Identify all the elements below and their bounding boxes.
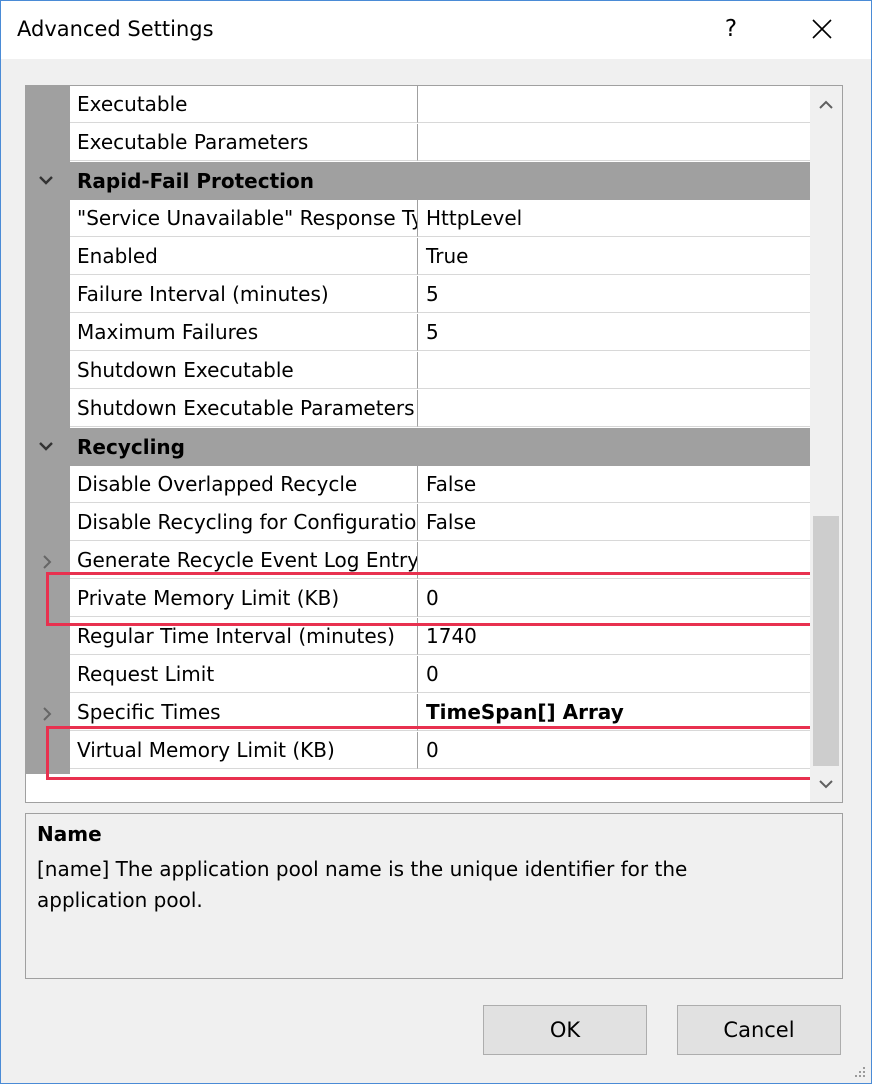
property-value[interactable]: False bbox=[418, 466, 810, 503]
vertical-scrollbar[interactable] bbox=[810, 86, 842, 802]
property-row[interactable]: Shutdown Executable Parameters bbox=[26, 390, 810, 428]
property-name: Request Limit bbox=[70, 656, 418, 693]
property-value[interactable]: HttpLevel bbox=[418, 200, 810, 237]
ok-button[interactable]: OK bbox=[483, 1005, 647, 1055]
property-row[interactable]: Request Limit 0 bbox=[26, 656, 810, 694]
description-title: Name bbox=[37, 822, 102, 846]
dialog-title: Advanced Settings bbox=[17, 17, 214, 41]
expand-chevron-icon[interactable] bbox=[42, 706, 52, 722]
property-name: Virtual Memory Limit (KB) bbox=[70, 732, 418, 769]
property-value[interactable]: False bbox=[418, 504, 810, 541]
help-button[interactable]: ? bbox=[713, 13, 749, 45]
property-row[interactable]: Shutdown Executable bbox=[26, 352, 810, 390]
cancel-button[interactable]: Cancel bbox=[677, 1005, 841, 1055]
property-name: Executable Parameters bbox=[70, 124, 418, 161]
property-row[interactable]: Failure Interval (minutes) 5 bbox=[26, 276, 810, 314]
property-value[interactable] bbox=[418, 86, 810, 123]
close-button[interactable] bbox=[797, 9, 847, 49]
property-row[interactable]: "Service Unavailable" Response Type HttpL… bbox=[26, 200, 810, 238]
property-name: Disable Recycling for Configuration Chan… bbox=[70, 504, 418, 541]
property-name: "Service Unavailable" Response Type bbox=[70, 200, 418, 237]
property-name: Generate Recycle Event Log Entry bbox=[70, 542, 418, 579]
property-grid[interactable]: Executable Executable Parameters Rapid-Fai… bbox=[25, 85, 843, 803]
scrollbar-thumb[interactable] bbox=[813, 516, 839, 766]
property-value[interactable]: 5 bbox=[418, 314, 810, 351]
property-row[interactable]: Disable Recycling for Configuration Chan… bbox=[26, 504, 810, 542]
property-row[interactable]: Private Memory Limit (KB) 0 bbox=[26, 580, 810, 618]
category-label: Rapid-Fail Protection bbox=[77, 169, 314, 193]
property-row[interactable]: Virtual Memory Limit (KB) 0 bbox=[26, 732, 810, 770]
property-value[interactable]: 0 bbox=[418, 580, 810, 617]
property-value[interactable]: TimeSpan[] Array bbox=[418, 694, 810, 731]
property-name: Maximum Failures bbox=[70, 314, 418, 351]
property-row[interactable]: Executable bbox=[26, 86, 810, 124]
property-value[interactable] bbox=[418, 352, 810, 389]
property-value[interactable] bbox=[418, 390, 810, 427]
category-header[interactable]: Recycling bbox=[26, 428, 810, 466]
property-name: Private Memory Limit (KB) bbox=[70, 580, 418, 617]
scroll-up-button[interactable] bbox=[810, 86, 842, 122]
property-row[interactable]: Specific Times TimeSpan[] Array bbox=[26, 694, 810, 732]
property-name: Shutdown Executable bbox=[70, 352, 418, 389]
property-value[interactable]: True bbox=[418, 238, 810, 275]
title-bar: Advanced Settings ? bbox=[1, 1, 871, 59]
property-name: Disable Overlapped Recycle bbox=[70, 466, 418, 503]
property-name: Regular Time Interval (minutes) bbox=[70, 618, 418, 655]
collapse-chevron-icon[interactable] bbox=[38, 175, 54, 185]
property-row[interactable]: Enabled True bbox=[26, 238, 810, 276]
property-value[interactable]: 1740 bbox=[418, 618, 810, 655]
expand-chevron-icon[interactable] bbox=[42, 554, 52, 570]
property-name: Failure Interval (minutes) bbox=[70, 276, 418, 313]
property-row[interactable]: Regular Time Interval (minutes) 1740 bbox=[26, 618, 810, 656]
property-name: Specific Times bbox=[70, 694, 418, 731]
property-value[interactable] bbox=[418, 124, 810, 161]
property-name: Executable bbox=[70, 86, 418, 123]
scroll-down-button[interactable] bbox=[810, 766, 842, 802]
property-row[interactable]: Executable Parameters bbox=[26, 124, 810, 162]
property-row[interactable]: Generate Recycle Event Log Entry bbox=[26, 542, 810, 580]
property-value[interactable]: 0 bbox=[418, 656, 810, 693]
property-name: Shutdown Executable Parameters bbox=[70, 390, 418, 427]
category-label: Recycling bbox=[77, 435, 185, 459]
property-name: Enabled bbox=[70, 238, 418, 275]
chevron-down-icon bbox=[819, 780, 833, 789]
description-panel: Name [name] The application pool name is… bbox=[25, 813, 843, 979]
property-row[interactable]: Maximum Failures 5 bbox=[26, 314, 810, 352]
collapse-chevron-icon[interactable] bbox=[38, 441, 54, 451]
property-value[interactable] bbox=[418, 542, 810, 579]
category-header[interactable]: Rapid-Fail Protection bbox=[26, 162, 810, 200]
close-icon bbox=[812, 19, 832, 39]
chevron-up-icon bbox=[819, 100, 833, 109]
property-value[interactable]: 0 bbox=[418, 732, 810, 769]
resize-grip-icon[interactable] bbox=[853, 1065, 867, 1079]
property-row[interactable]: Disable Overlapped Recycle False bbox=[26, 466, 810, 504]
description-text: [name] The application pool name is the … bbox=[37, 857, 688, 912]
property-value[interactable]: 5 bbox=[418, 276, 810, 313]
advanced-settings-dialog: Advanced Settings ? Executable Executable… bbox=[0, 0, 872, 1084]
